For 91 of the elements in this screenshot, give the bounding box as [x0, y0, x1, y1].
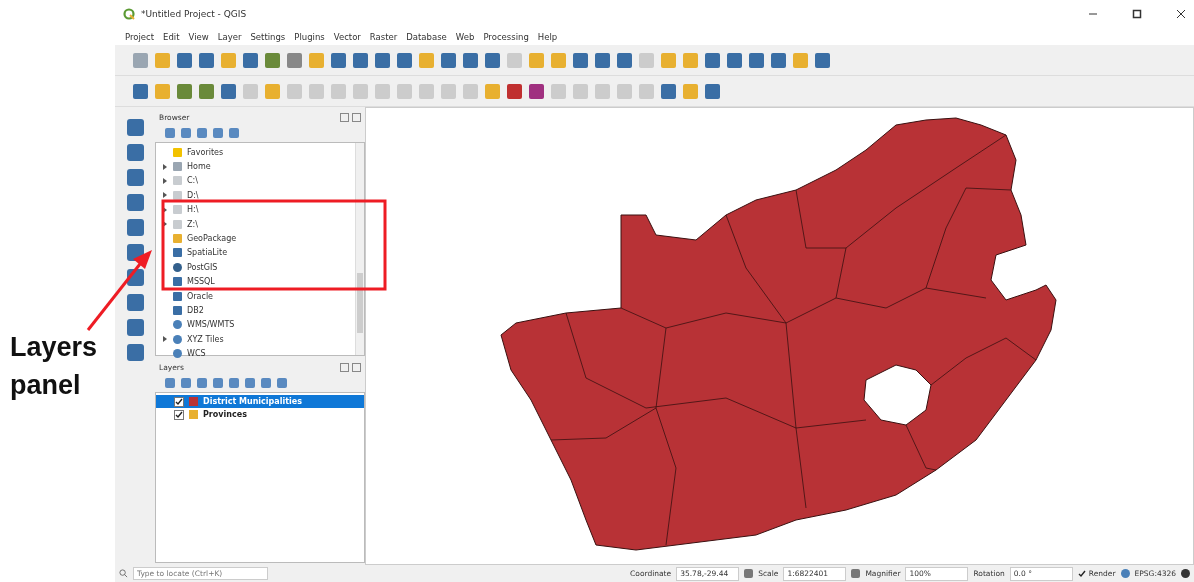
toolbar-icon[interactable] [661, 83, 676, 99]
browser-item[interactable]: MSSQL [187, 277, 215, 287]
browser-item[interactable]: WCS [187, 349, 206, 359]
menu-item[interactable]: Settings [250, 31, 286, 42]
toolbar-icon[interactable] [331, 52, 346, 68]
toolbar-icon[interactable] [243, 52, 258, 68]
browser-item[interactable]: DB2 [187, 306, 204, 315]
menu-item[interactable]: Raster [369, 31, 398, 42]
extents-icon[interactable] [744, 569, 754, 578]
menu-item[interactable]: Database [406, 31, 447, 42]
window-title: *Untitled Project - QGIS [141, 9, 247, 19]
toolbar-icon[interactable] [375, 52, 390, 68]
browser-item[interactable]: Oracle [187, 291, 214, 301]
browser-item[interactable]: Z:\ [187, 219, 198, 229]
close-panel-icon[interactable] [352, 112, 361, 122]
menu-item[interactable]: Edit [163, 31, 180, 42]
float-panel-icon[interactable] [340, 112, 349, 122]
browser-item[interactable]: H:\ [187, 205, 199, 215]
layer-tool-icon[interactable] [126, 219, 144, 236]
browser-item[interactable]: WMS/WMTS [187, 320, 235, 330]
browser-item[interactable]: XYZ Tiles [187, 334, 224, 344]
browser-item[interactable]: GeoPackage [187, 234, 237, 244]
layer-checkbox[interactable] [174, 409, 184, 420]
toolbar-icon[interactable] [573, 52, 588, 68]
toolbar-icon[interactable] [177, 52, 192, 68]
toolbar-icon[interactable] [815, 52, 830, 68]
browser-item[interactable]: Favorites [187, 147, 224, 157]
layer-tool-icon[interactable] [126, 344, 144, 361]
expand-caret-icon[interactable] [162, 192, 168, 199]
menu-item[interactable]: View [188, 31, 209, 42]
float-panel-icon[interactable] [340, 362, 349, 372]
expand-caret-icon[interactable] [162, 206, 168, 213]
layer-checkbox[interactable] [174, 396, 184, 407]
toolbar-icon[interactable] [177, 83, 192, 99]
messages-icon[interactable] [1181, 569, 1190, 578]
close-icon[interactable] [1176, 9, 1186, 19]
menu-item[interactable]: Project [125, 31, 155, 42]
browser-item[interactable]: PostGIS [187, 262, 218, 272]
layer-name: District Municipalities [203, 397, 302, 406]
annotation-label: Layers panel [10, 331, 99, 402]
toolbar-icon[interactable] [727, 52, 742, 68]
browser-item[interactable]: SpatiaLite [187, 248, 228, 258]
toolbar-icon[interactable] [287, 52, 302, 68]
layer-tool-icon[interactable] [126, 169, 144, 186]
menu-item[interactable]: Processing [483, 31, 529, 42]
toolbar-icon[interactable] [441, 52, 456, 68]
toolbar-icon[interactable] [463, 52, 478, 68]
layer-name: Provinces [203, 410, 247, 419]
toolbar-icon[interactable] [133, 83, 148, 99]
toolbar-icon[interactable] [199, 83, 214, 99]
menu-item[interactable]: Plugins [294, 31, 325, 42]
layer-tool-icon[interactable] [126, 194, 144, 211]
toolbar-icon[interactable] [595, 52, 610, 68]
layer-row[interactable]: District Municipalities [156, 395, 364, 408]
toolbar-icon[interactable] [221, 83, 236, 99]
menu-item[interactable]: Vector [333, 31, 361, 42]
toolbar-icon[interactable] [705, 83, 720, 99]
menu-item[interactable]: Layer [217, 31, 242, 42]
toolbar-icon[interactable] [617, 52, 632, 68]
search-icon [119, 569, 128, 578]
menu-item[interactable]: Help [537, 31, 558, 42]
layer-row[interactable]: Provinces [156, 408, 364, 421]
expand-caret-icon[interactable] [162, 163, 168, 170]
toolbar-icon[interactable] [529, 83, 544, 99]
browser-item[interactable]: C:\ [187, 176, 198, 186]
expand-caret-icon[interactable] [162, 336, 168, 343]
toolbar-icon[interactable] [265, 52, 280, 68]
toolbar-icon[interactable] [397, 52, 412, 68]
expand-caret-icon[interactable] [162, 221, 168, 228]
browser-item[interactable]: D:\ [187, 190, 199, 200]
toolbar-icon[interactable] [353, 52, 368, 68]
lock-icon[interactable] [851, 569, 861, 578]
layer-tool-icon[interactable] [126, 144, 144, 161]
scrollbar[interactable] [355, 143, 364, 355]
crs-globe-icon[interactable] [1120, 569, 1130, 578]
app-logo-icon [123, 8, 135, 20]
toolbar-icon[interactable] [705, 52, 720, 68]
menu-item[interactable]: Web [455, 31, 475, 42]
maximize-icon[interactable] [1132, 9, 1142, 19]
layer-tool-icon[interactable] [126, 119, 144, 136]
layer-tool-icon[interactable] [126, 294, 144, 311]
layer-tool-icon[interactable] [126, 319, 144, 336]
toolbar-icon[interactable] [749, 52, 764, 68]
toolbar-icon[interactable] [485, 52, 500, 68]
expand-caret-icon[interactable] [162, 177, 168, 184]
toolbar-icon[interactable] [199, 52, 214, 68]
toolbar-icon[interactable] [507, 83, 522, 99]
render-check-icon[interactable] [1077, 569, 1086, 578]
close-panel-icon[interactable] [352, 362, 361, 372]
browser-item[interactable]: Home [187, 162, 211, 172]
toolbar-icon[interactable] [771, 52, 786, 68]
